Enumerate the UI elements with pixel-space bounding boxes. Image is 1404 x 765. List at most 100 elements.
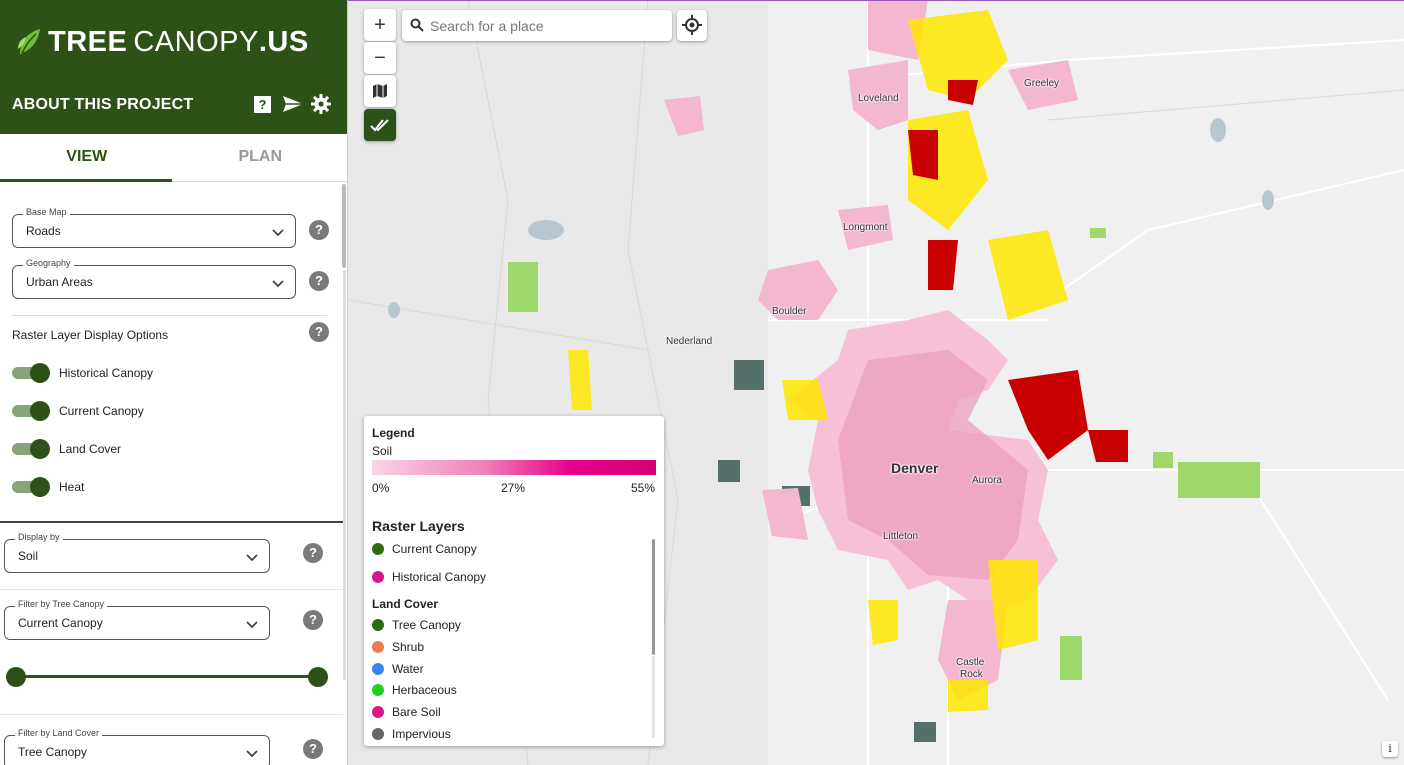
filter-canopy-help-icon[interactable]: ? — [303, 610, 323, 630]
legend-layer-name: Soil — [372, 444, 393, 458]
geography-select[interactable]: Geography Urban Areas — [12, 258, 296, 299]
legend-item-label: Shrub — [392, 640, 425, 654]
legend-item-water: Water — [372, 662, 424, 676]
chevron-down-icon — [272, 229, 284, 237]
legend-soil-gradient — [372, 460, 656, 475]
legend-item-bare-soil: Bare Soil — [372, 705, 441, 719]
map-legend: Legend Soil 0% 27% 55% Raster Layers Cur… — [364, 416, 664, 746]
toggle-row-historical-canopy: Historical Canopy — [12, 362, 153, 384]
filter-landcover-select[interactable]: Filter by Land Cover Tree Canopy — [4, 728, 270, 765]
layers-check-button[interactable] — [364, 109, 396, 141]
logo-word-tree: TREE — [48, 25, 128, 58]
city-label-castle-rock-line2: Rock — [960, 669, 983, 680]
legend-item-label: Historical Canopy — [392, 570, 487, 584]
divider — [0, 589, 343, 590]
geography-value: Urban Areas — [26, 275, 93, 289]
attribution-info-button[interactable]: i — [1382, 741, 1398, 757]
legend-scrollbar-thumb[interactable] — [652, 539, 655, 655]
toggle-label: Land Cover — [59, 442, 122, 456]
app: TREE CANOPY .US ABOUT THIS PROJECT ? VIE… — [0, 0, 1404, 765]
chevron-down-icon — [246, 621, 258, 629]
legend-scrollbar-track — [652, 656, 655, 738]
heat-toggle[interactable] — [12, 476, 50, 498]
display-by-help-icon[interactable]: ? — [303, 543, 323, 563]
filter-canopy-value: Current Canopy — [18, 616, 103, 630]
city-label-castle-rock-line1: Castle — [956, 657, 985, 668]
city-label-loveland: Loveland — [858, 93, 899, 104]
toggle-row-current-canopy: Current Canopy — [12, 400, 144, 422]
display-by-label: Display by — [15, 532, 63, 542]
crosshair-icon — [682, 15, 702, 35]
zoom-out-button[interactable]: − — [364, 42, 396, 74]
about-project-link[interactable]: ABOUT THIS PROJECT — [12, 96, 193, 114]
canopy-range-max-handle[interactable] — [308, 667, 328, 687]
raster-options-help-icon[interactable]: ? — [309, 322, 329, 342]
legend-dot — [372, 706, 384, 718]
divider — [0, 714, 343, 715]
base-map-select[interactable]: Base Map Roads — [12, 207, 296, 248]
legend-item-label: Herbaceous — [392, 683, 457, 697]
basemap-button[interactable] — [364, 75, 396, 107]
gear-icon[interactable] — [311, 94, 331, 114]
legend-dot — [372, 728, 384, 740]
current-canopy-toggle[interactable] — [12, 400, 50, 422]
logo-word-canopy: CANOPY — [133, 25, 259, 58]
legend-dot — [372, 641, 384, 653]
legend-dot — [372, 684, 384, 696]
double-check-icon — [370, 119, 389, 132]
display-by-select[interactable]: Display by Soil — [4, 532, 270, 573]
locate-me-button[interactable] — [677, 10, 707, 41]
legend-item-label: Bare Soil — [392, 705, 441, 719]
legend-dot — [372, 619, 384, 631]
filter-landcover-value: Tree Canopy — [18, 745, 87, 759]
share-icon[interactable] — [282, 94, 303, 114]
filter-canopy-select[interactable]: Filter by Tree Canopy Current Canopy — [4, 599, 270, 640]
place-search-box[interactable]: Search for a place — [402, 10, 672, 41]
filter-landcover-help-icon[interactable]: ? — [303, 739, 323, 759]
geography-help-icon[interactable]: ? — [309, 271, 329, 291]
legend-item-historical-canopy: Historical Canopy — [372, 570, 486, 584]
legend-landcover-title: Land Cover — [372, 597, 439, 611]
map-view[interactable]: + − Search for a place Loveland Greeley … — [348, 0, 1404, 765]
base-map-help-icon[interactable]: ? — [309, 220, 329, 240]
city-label-aurora: Aurora — [972, 475, 1003, 486]
geography-label: Geography — [23, 258, 74, 268]
legend-tick-max: 55% — [631, 481, 656, 495]
chevron-down-icon — [246, 554, 258, 562]
help-icon[interactable]: ? — [253, 94, 273, 114]
sidebar: TREE CANOPY .US ABOUT THIS PROJECT ? VIE… — [0, 0, 348, 765]
legend-item-tree-canopy: Tree Canopy — [372, 618, 461, 632]
canopy-range-slider-track[interactable] — [16, 675, 318, 678]
city-label-littleton: Littleton — [883, 531, 919, 542]
sidebar-scrollbar-track — [343, 270, 346, 680]
legend-item-label: Current Canopy — [392, 542, 477, 556]
divider — [12, 315, 327, 316]
city-label-greeley: Greeley — [1024, 78, 1060, 89]
filter-landcover-label: Filter by Land Cover — [15, 728, 103, 738]
map-icon — [373, 84, 387, 98]
legend-item-label: Impervious — [392, 727, 451, 741]
toggle-label: Heat — [59, 480, 85, 494]
header: TREE CANOPY .US ABOUT THIS PROJECT ? — [0, 0, 347, 134]
legend-title: Legend — [372, 426, 415, 440]
chevron-down-icon — [272, 280, 284, 288]
base-map-value: Roads — [26, 224, 61, 238]
sidebar-scrollbar-thumb[interactable] — [342, 184, 346, 268]
raster-options-title: Raster Layer Display Options — [12, 328, 169, 342]
legend-item-label: Water — [392, 662, 424, 676]
legend-item-herbaceous: Herbaceous — [372, 683, 457, 697]
toggle-row-land-cover: Land Cover — [12, 438, 121, 460]
tab-view[interactable]: VIEW — [0, 134, 174, 182]
panel-separator — [0, 521, 343, 523]
logo-word-us: .US — [258, 25, 309, 58]
zoom-in-button[interactable]: + — [364, 9, 396, 41]
land-cover-toggle[interactable] — [12, 438, 50, 460]
city-label-denver: Denver — [891, 460, 939, 476]
logo[interactable]: TREE CANOPY .US — [16, 22, 309, 62]
tab-plan[interactable]: PLAN — [174, 134, 348, 181]
historical-canopy-toggle[interactable] — [12, 362, 50, 384]
search-placeholder: Search for a place — [430, 18, 544, 34]
canopy-range-min-handle[interactable] — [6, 667, 26, 687]
svg-text:?: ? — [259, 97, 267, 112]
legend-dot — [372, 663, 384, 675]
